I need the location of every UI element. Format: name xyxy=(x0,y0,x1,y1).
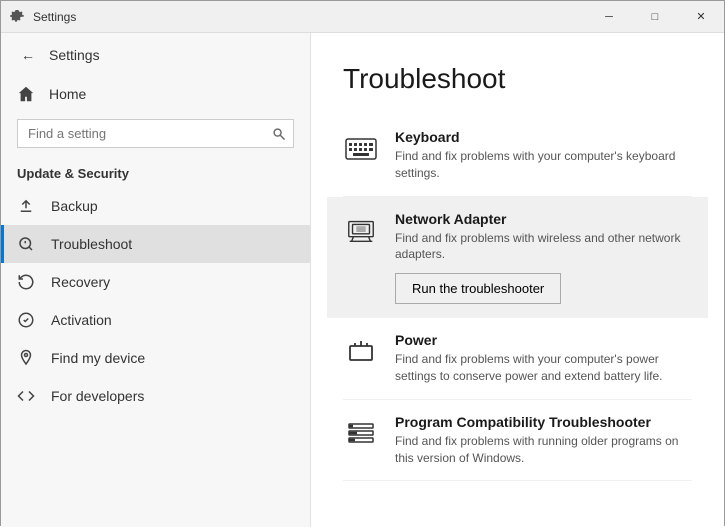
trouble-compat-text: Program Compatibility Troubleshooter Fin… xyxy=(395,414,692,467)
trouble-keyboard-desc: Find and fix problems with your computer… xyxy=(395,148,692,182)
trouble-power-desc: Find and fix problems with your computer… xyxy=(395,351,692,385)
trouble-item-power: Power Find and fix problems with your co… xyxy=(343,318,692,400)
trouble-compat-desc: Find and fix problems with running older… xyxy=(395,433,692,467)
sidebar-item-activation-label: Activation xyxy=(51,312,112,328)
trouble-power-name: Power xyxy=(395,332,692,348)
content-area: Troubleshoot xyxy=(311,33,724,527)
app-title: Settings xyxy=(49,47,100,63)
run-troubleshooter-button[interactable]: Run the troubleshooter xyxy=(395,273,561,304)
keyboard-icon xyxy=(343,131,379,167)
titlebar-title: Settings xyxy=(33,10,76,24)
troubleshoot-list: Keyboard Find and fix problems with your… xyxy=(343,115,692,481)
trouble-network-name: Network Adapter xyxy=(395,211,692,227)
search-icon xyxy=(272,127,286,141)
trouble-power-text: Power Find and fix problems with your co… xyxy=(395,332,692,385)
sidebar-home-label: Home xyxy=(49,86,86,102)
developers-icon xyxy=(17,387,37,405)
main-layout: ← Settings Home Update & Security xyxy=(1,33,724,527)
sidebar-item-developers[interactable]: For developers xyxy=(1,377,310,415)
trouble-network-desc: Find and fix problems with wireless and … xyxy=(395,230,692,264)
sidebar-item-find-device[interactable]: Find my device xyxy=(1,339,310,377)
trouble-keyboard-name: Keyboard xyxy=(395,129,692,145)
sidebar-item-recovery[interactable]: Recovery xyxy=(1,263,310,301)
page-title: Troubleshoot xyxy=(343,63,692,95)
search-input[interactable] xyxy=(17,119,294,148)
titlebar: Settings ─ □ ✕ xyxy=(1,1,724,33)
power-icon xyxy=(343,334,379,370)
trouble-item-network: Network Adapter Find and fix problems wi… xyxy=(327,197,708,319)
sidebar-item-troubleshoot-label: Troubleshoot xyxy=(51,236,132,252)
titlebar-controls: ─ □ ✕ xyxy=(586,1,724,33)
sidebar-item-backup-label: Backup xyxy=(51,198,98,214)
sidebar-item-developers-label: For developers xyxy=(51,388,144,404)
sidebar-nav-top: ← Settings xyxy=(1,33,310,77)
backup-icon xyxy=(17,197,37,215)
maximize-button[interactable]: □ xyxy=(632,1,678,33)
trouble-compat-name: Program Compatibility Troubleshooter xyxy=(395,414,692,430)
minimize-button[interactable]: ─ xyxy=(586,1,632,33)
activation-icon xyxy=(17,311,37,329)
sidebar-item-recovery-label: Recovery xyxy=(51,274,110,290)
sidebar-item-home[interactable]: Home xyxy=(1,77,310,111)
home-icon xyxy=(17,85,37,103)
titlebar-left: Settings xyxy=(9,9,76,25)
find-device-icon xyxy=(17,349,37,367)
sidebar-item-troubleshoot[interactable]: Troubleshoot xyxy=(1,225,310,263)
program-compat-icon xyxy=(343,416,379,452)
sidebar: ← Settings Home Update & Security xyxy=(1,33,311,527)
settings-icon xyxy=(9,9,25,25)
sidebar-item-backup[interactable]: Backup xyxy=(1,187,310,225)
close-button[interactable]: ✕ xyxy=(678,1,724,33)
sidebar-item-activation[interactable]: Activation xyxy=(1,301,310,339)
recovery-icon xyxy=(17,273,37,291)
sidebar-search xyxy=(17,119,294,148)
troubleshoot-icon xyxy=(17,235,37,253)
sidebar-item-find-device-label: Find my device xyxy=(51,350,145,366)
network-adapter-icon xyxy=(343,213,379,249)
trouble-item-compat: Program Compatibility Troubleshooter Fin… xyxy=(343,400,692,482)
back-button[interactable]: ← xyxy=(17,43,39,67)
trouble-keyboard-text: Keyboard Find and fix problems with your… xyxy=(395,129,692,182)
trouble-item-keyboard: Keyboard Find and fix problems with your… xyxy=(343,115,692,197)
sidebar-section-title: Update & Security xyxy=(1,156,310,187)
trouble-network-text: Network Adapter Find and fix problems wi… xyxy=(395,211,692,305)
